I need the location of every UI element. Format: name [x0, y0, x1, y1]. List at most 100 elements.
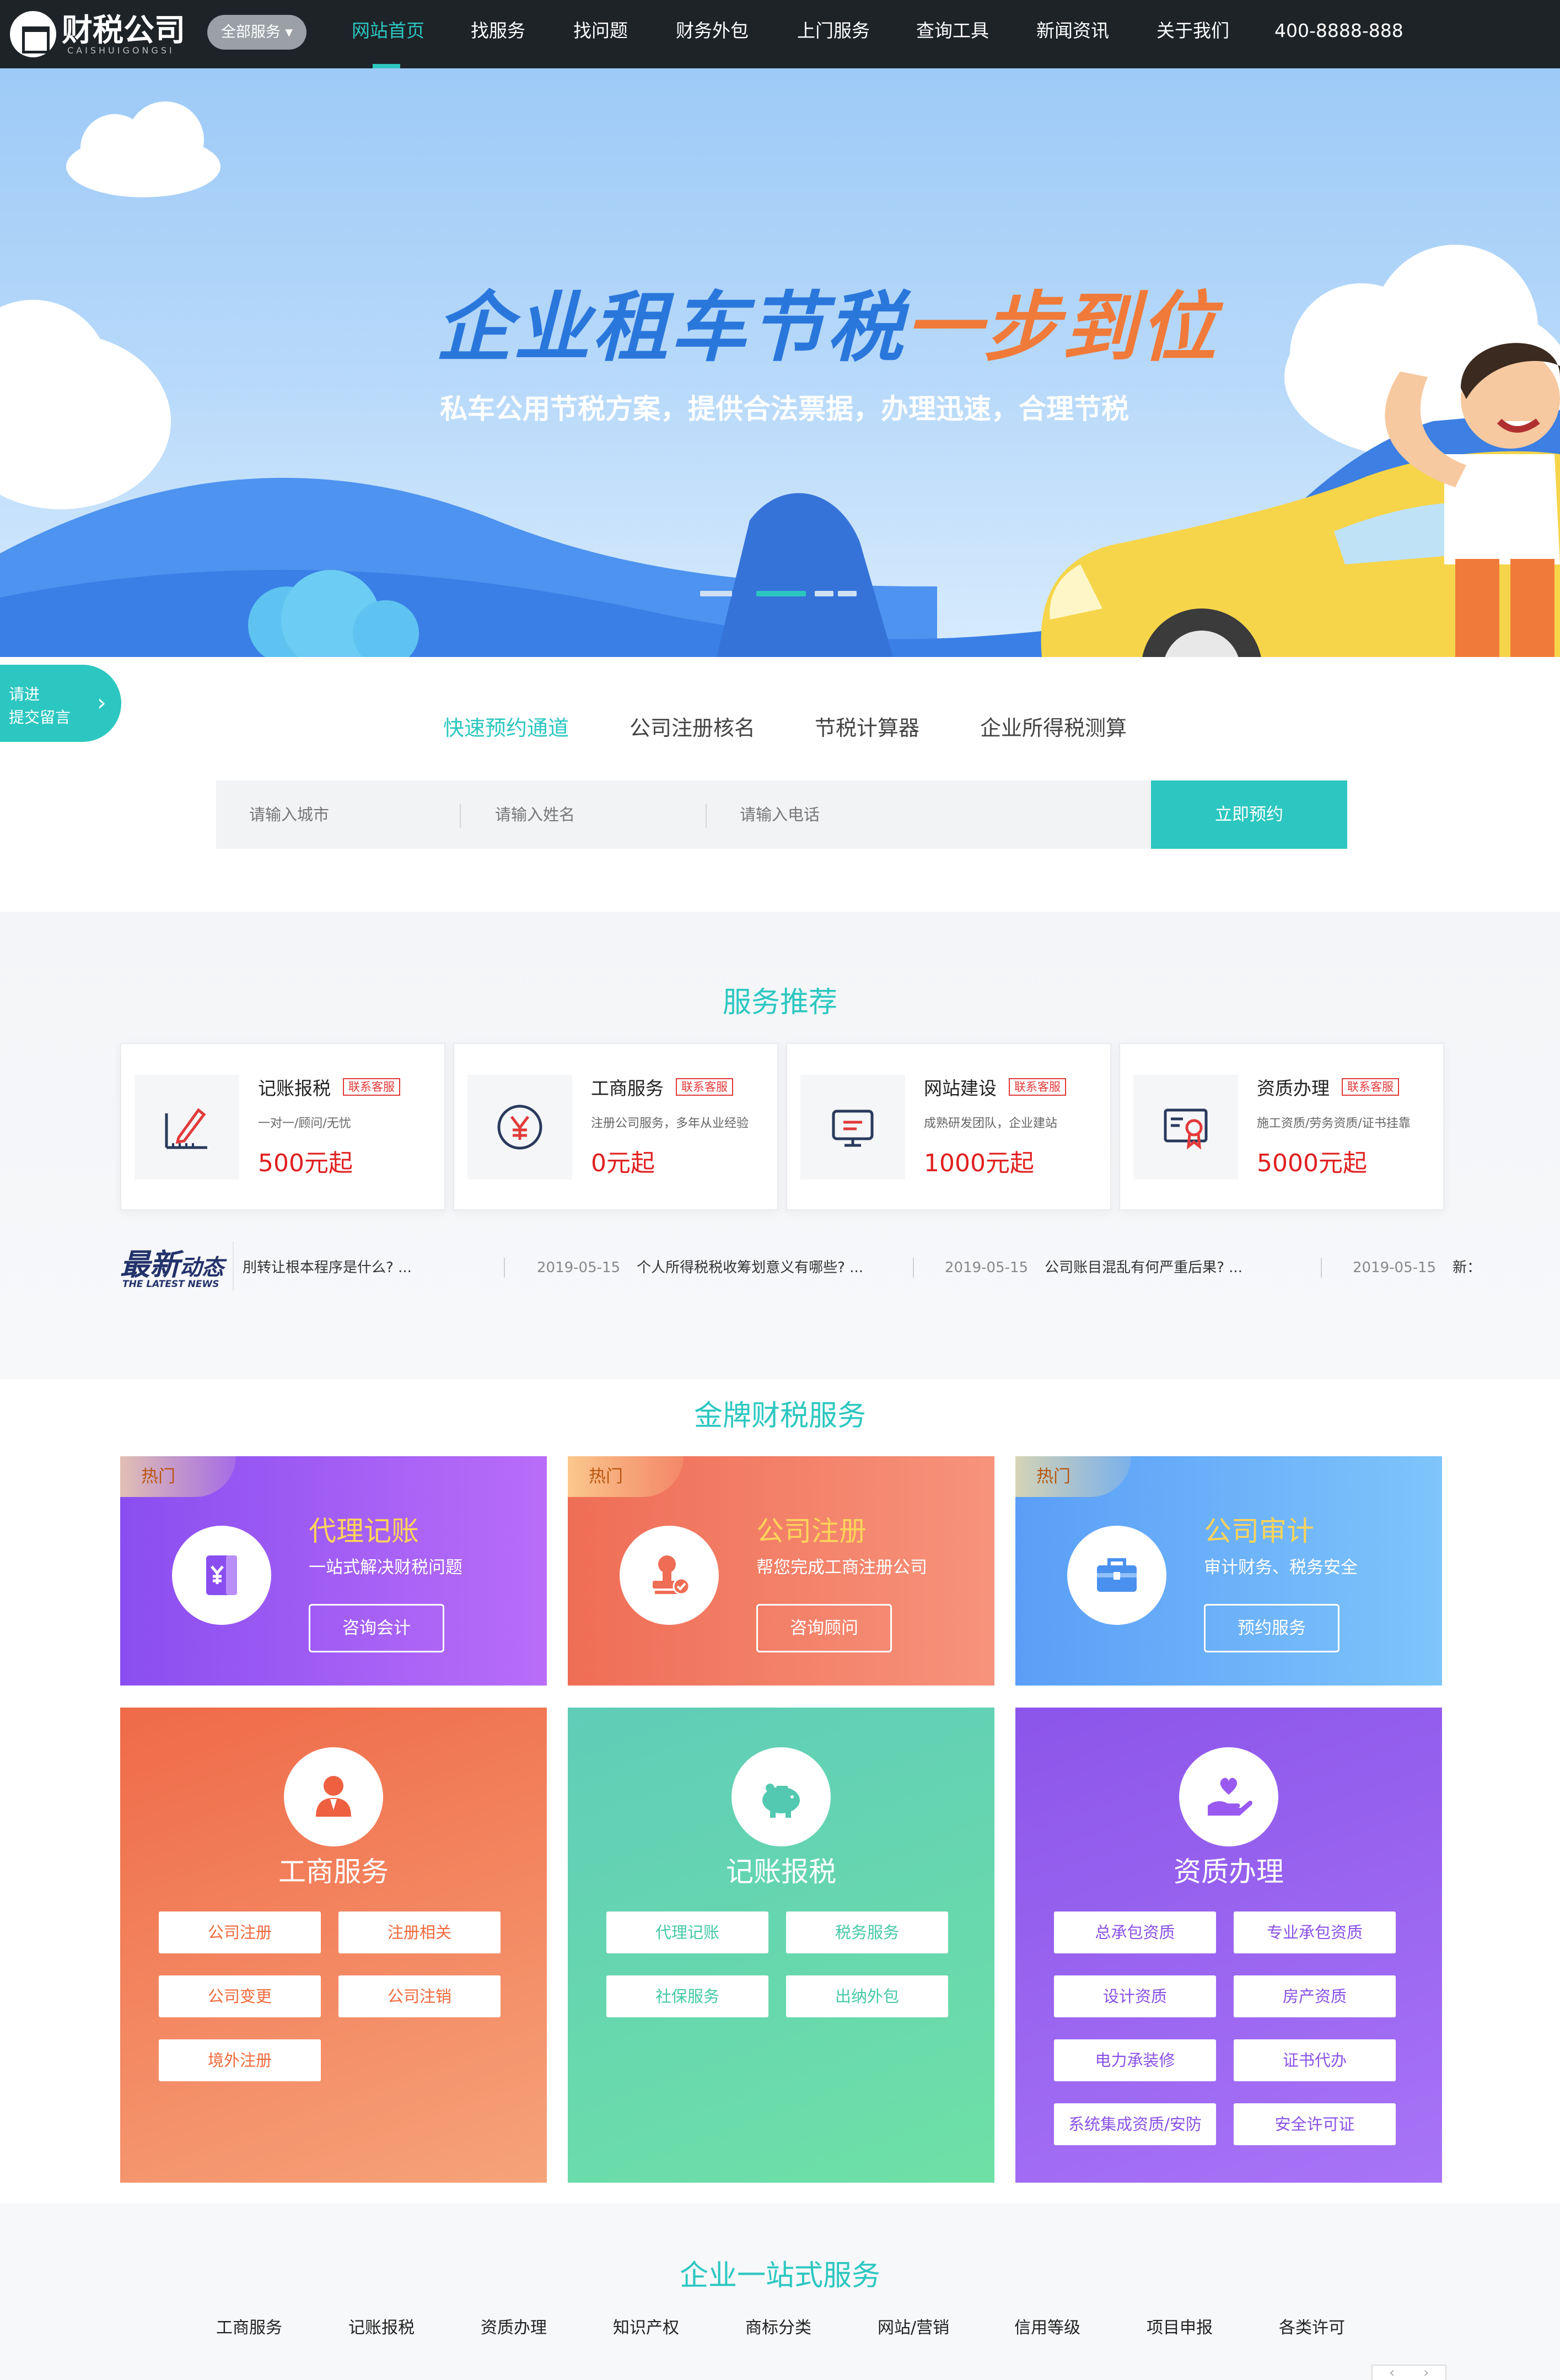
chip-power-installation[interactable]: 电力承装修	[1054, 2039, 1216, 2081]
chip-certificate-agency[interactable]: 证书代办	[1234, 2039, 1396, 2081]
tab-quick-booking[interactable]: 快速预约通道	[443, 711, 569, 741]
news-title: 公司账目混乱有何严重后果? ...	[1045, 1259, 1242, 1276]
gold-card-audit[interactable]: 热门 公司审计 审计财务、税务安全 预约服务	[1015, 1456, 1442, 1686]
chip-agency-bookkeeping[interactable]: 代理记账	[606, 1911, 768, 1953]
monitor-icon	[832, 1110, 874, 1147]
chip-real-estate-qualification[interactable]: 房产资质	[1234, 1975, 1396, 2017]
latest-news-logo-suffix: 动态	[180, 1255, 224, 1280]
one-stop-tab-trademark[interactable]: 商标分类	[745, 2314, 811, 2338]
one-stop-tab-commerce[interactable]: 工商服务	[216, 2314, 282, 2338]
slide-dot[interactable]	[838, 591, 857, 596]
nav-item-home[interactable]: 网站首页	[352, 0, 424, 68]
service-name: 工商服务	[591, 1078, 664, 1099]
service-card[interactable]: 网站建设 联系客服 成熟研发团队，企业建站 1000元起	[786, 1043, 1111, 1210]
chip-company-deregistration[interactable]: 公司注销	[338, 1975, 501, 2017]
slide-indicators	[700, 591, 865, 596]
nav-item-onsite-service[interactable]: 上门服务	[797, 0, 870, 68]
consult-advisor-button[interactable]: 咨询顾问	[756, 1604, 892, 1652]
news-ticker: 刖转让根本程序是什么? ... 2019-05-15 个人所得税税收筹划意义有哪些…	[243, 1251, 1472, 1284]
chip-general-contracting[interactable]: 总承包资质	[1054, 1911, 1216, 1953]
nav-item-finance-outsourcing[interactable]: 财务外包	[676, 0, 749, 68]
ruler-pen-icon	[165, 1108, 207, 1149]
leave-message-tab[interactable]: 请进 提交留言 ›	[0, 665, 121, 742]
chip-specialty-contracting[interactable]: 专业承包资质	[1234, 1911, 1396, 1953]
logo-icon[interactable]	[10, 11, 56, 57]
tab-income-tax-estimate[interactable]: 企业所得税测算	[980, 711, 1127, 741]
chip-registration-related[interactable]: 注册相关	[338, 1911, 501, 1953]
city-input[interactable]: 请输入城市	[249, 780, 459, 849]
gold-icon-circle	[172, 1526, 271, 1625]
biz-card-title: 工商服务	[278, 1856, 389, 1888]
gold-card-bookkeeping[interactable]: 热门 代理记账 一站式解决财税问题 咨询会计	[120, 1456, 547, 1686]
news-divider	[233, 1241, 234, 1291]
slide-dot-active[interactable]	[756, 591, 806, 596]
chip-overseas-registration[interactable]: 境外注册	[159, 2039, 321, 2081]
hero-banner[interactable]: 企业租车节税一步到位 私车公用节税方案，提供合法票据，办理迅速，合理节税	[0, 68, 1560, 657]
nav-phone[interactable]: 400-8888-888	[1274, 0, 1403, 68]
slide-dot[interactable]	[815, 591, 833, 596]
contact-service-tag[interactable]: 联系客服	[1009, 1078, 1066, 1096]
leave-message-line1: 请进	[9, 685, 40, 703]
service-desc: 成熟研发团队，企业建站	[924, 1117, 1058, 1130]
next-arrow-icon[interactable]: ›	[1423, 2365, 1429, 2380]
chip-tax-service[interactable]: 税务服务	[786, 1911, 948, 1953]
service-icon-box	[1133, 1075, 1238, 1180]
nav-item-find-service[interactable]: 找服务	[471, 0, 525, 68]
chip-company-change[interactable]: 公司变更	[159, 1975, 321, 2017]
nav-item-query-tools[interactable]: 查询工具	[916, 0, 989, 68]
logo-title[interactable]: 财税公司	[62, 6, 185, 50]
one-stop-tab-credit-rating[interactable]: 信用等级	[1014, 2314, 1080, 2338]
news-item[interactable]: 2019-05-15 新：	[1353, 1251, 1472, 1284]
chip-social-security[interactable]: 社保服务	[606, 1975, 768, 2017]
one-stop-tab-licenses[interactable]: 各类许可	[1279, 2314, 1345, 2338]
slide-dot[interactable]	[700, 591, 732, 596]
service-desc: 一对一/顾问/无忧	[258, 1117, 351, 1130]
banner-title-main: 企业租车节税	[435, 283, 906, 372]
chip-company-registration[interactable]: 公司注册	[159, 1911, 321, 1953]
carousel-pager: ‹ ›	[1371, 2365, 1446, 2380]
prev-arrow-icon[interactable]: ‹	[1389, 2365, 1395, 2380]
service-card[interactable]: 记账报税 联系客服 一对一/顾问/无忧 500元起	[120, 1043, 445, 1210]
chip-cashier-outsourcing[interactable]: 出纳外包	[786, 1975, 948, 2017]
gold-card-registration[interactable]: 热门 公司注册 帮您完成工商注册公司 咨询顾问	[568, 1456, 994, 1686]
contact-service-tag[interactable]: 联系客服	[676, 1078, 733, 1096]
banner-title: 企业租车节税一步到位	[435, 266, 1218, 376]
service-name: 网站建设	[924, 1078, 997, 1099]
consult-accountant-button[interactable]: 咨询会计	[309, 1604, 444, 1652]
nav-item-find-question[interactable]: 找问题	[573, 0, 628, 68]
latest-news-logo-main: 最新	[120, 1247, 180, 1282]
booking-form: 请输入城市 请输入姓名 请输入电话 立即预约	[216, 780, 1347, 849]
phone-input[interactable]: 请输入电话	[740, 780, 1126, 849]
yen-circle-icon	[497, 1105, 542, 1150]
chip-design-qualification[interactable]: 设计资质	[1054, 1975, 1216, 2017]
chip-safety-license[interactable]: 安全许可证	[1234, 2103, 1396, 2145]
book-service-button[interactable]: 预约服务	[1204, 1604, 1340, 1652]
chip-system-integration[interactable]: 系统集成资质/安防	[1054, 2103, 1216, 2145]
all-services-button[interactable]: 全部服务 ▾	[207, 15, 306, 50]
banner-title-emphasis: 一步到位	[905, 283, 1219, 372]
service-name: 资质办理	[1257, 1078, 1330, 1099]
service-card[interactable]: 资质办理 联系客服 施工资质/劳务资质/证书挂靠 5000元起	[1119, 1043, 1444, 1210]
tab-company-name-check[interactable]: 公司注册核名	[630, 711, 755, 741]
news-item[interactable]: 刖转让根本程序是什么? ...	[243, 1251, 412, 1284]
latest-news-logo: 最新动态	[120, 1240, 224, 1284]
book-now-button[interactable]: 立即预约	[1151, 780, 1347, 849]
contact-service-tag[interactable]: 联系客服	[1342, 1078, 1399, 1096]
news-item[interactable]: 2019-05-15 个人所得税税收筹划意义有哪些? ...	[537, 1251, 863, 1284]
gold-icon-circle	[620, 1526, 719, 1625]
tab-tax-calculator[interactable]: 节税计算器	[815, 711, 919, 741]
name-input[interactable]: 请输入姓名	[495, 780, 704, 849]
nav-item-news[interactable]: 新闻资讯	[1036, 0, 1109, 68]
leave-message-line2: 提交留言	[9, 708, 71, 726]
service-price: 500元起	[258, 1149, 353, 1177]
contact-service-tag[interactable]: 联系客服	[343, 1078, 400, 1096]
service-card[interactable]: 工商服务 联系客服 注册公司服务，多年从业经验 0元起	[453, 1043, 778, 1210]
one-stop-tab-qualification[interactable]: 资质办理	[481, 2314, 547, 2338]
one-stop-tab-web-marketing[interactable]: 网站/营销	[878, 2314, 949, 2338]
news-item[interactable]: 2019-05-15 公司账目混乱有何严重后果? ...	[945, 1251, 1242, 1284]
one-stop-tab-project-declaration[interactable]: 项目申报	[1147, 2314, 1213, 2338]
one-stop-tab-bookkeeping[interactable]: 记账报税	[348, 2314, 415, 2338]
gold-card-title: 公司审计	[1204, 1515, 1314, 1547]
nav-item-about[interactable]: 关于我们	[1156, 0, 1229, 68]
one-stop-tab-ip[interactable]: 知识产权	[613, 2314, 679, 2338]
